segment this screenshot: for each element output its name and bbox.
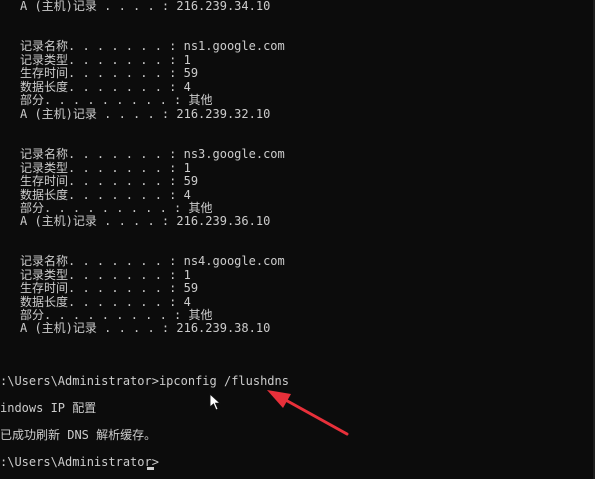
record-type-line: 记录类型. . . . . . . : 1 <box>20 267 191 282</box>
record-length-line: 数据长度. . . . . . . : 4 <box>20 187 191 202</box>
record-ttl-line: 生存时间. . . . . . . : 59 <box>20 281 199 295</box>
record-type-line: 记录类型. . . . . . . : 1 <box>20 160 191 175</box>
record-section-line: 部分. . . . . . . . . : 其他 <box>20 93 213 107</box>
record-length-line: 数据长度. . . . . . . : 4 <box>20 294 191 309</box>
record-type-line: 记录类型. . . . . . . : 1 <box>20 52 191 67</box>
text-cursor <box>147 467 154 470</box>
record-a-line: A (主机)记录 . . . . : 216.239.38.10 <box>20 321 271 335</box>
record-a-line: A (主机)记录 . . . . : 216.239.36.10 <box>20 214 271 228</box>
record-ttl-line: 生存时间. . . . . . . : 59 <box>20 66 199 80</box>
terminal-window[interactable]: A (主机)记录 . . . . : 216.239.34.10 记录名称. .… <box>0 0 595 479</box>
command-line: :\Users\Administrator>ipconfig /flushdns <box>0 374 289 388</box>
prompt-line[interactable]: :\Users\Administrator> <box>0 455 159 469</box>
record-ttl-line: 生存时间. . . . . . . : 59 <box>20 174 199 188</box>
windows-ip-config-line: indows IP 配置 <box>0 401 97 415</box>
flush-success-line: 已成功刷新 DNS 解析缓存。 <box>0 428 157 442</box>
record-name-line: 记录名称. . . . . . . : ns1.google.com <box>20 39 285 53</box>
top-a-record-line: A (主机)记录 . . . . : 216.239.34.10 <box>20 0 271 13</box>
record-name-line: 记录名称. . . . . . . : ns3.google.com <box>20 147 285 161</box>
record-length-line: 数据长度. . . . . . . : 4 <box>20 79 191 94</box>
record-a-line: A (主机)记录 . . . . : 216.239.32.10 <box>20 106 271 121</box>
record-name-line: 记录名称. . . . . . . : ns4.google.com <box>20 254 285 268</box>
